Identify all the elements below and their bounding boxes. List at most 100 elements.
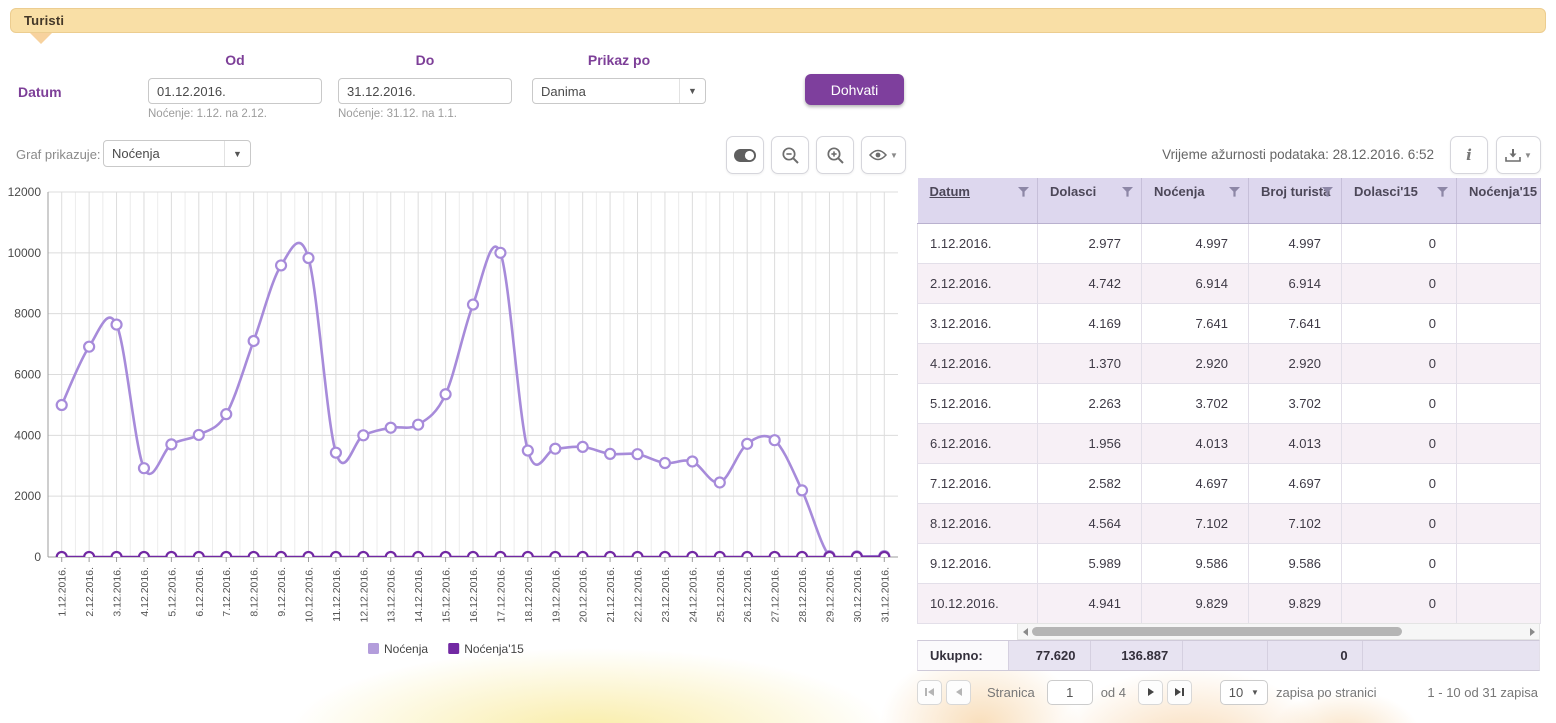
svg-text:10.12.2016.: 10.12.2016. xyxy=(303,567,315,622)
table-row[interactable]: 7.12.2016.2.5824.6974.6970 xyxy=(918,463,1541,503)
table-row[interactable]: 6.12.2016.1.9564.0134.0130 xyxy=(918,423,1541,463)
svg-text:26.12.2016.: 26.12.2016. xyxy=(742,567,754,622)
svg-text:12.12.2016.: 12.12.2016. xyxy=(358,567,370,622)
download-icon xyxy=(1505,148,1521,162)
table-row[interactable]: 4.12.2016.1.3702.9202.9200 xyxy=(918,343,1541,383)
record-range-label: 1 - 10 od 31 zapisa xyxy=(1427,685,1540,700)
totals-value: 136.887 xyxy=(1091,641,1184,670)
toggle-button[interactable] xyxy=(726,136,764,174)
svg-text:Noćenja: Noćenja xyxy=(384,642,428,656)
chevron-down-icon: ▼ xyxy=(224,141,250,166)
export-button[interactable]: ▼ xyxy=(1496,136,1541,174)
table-row[interactable]: 8.12.2016.4.5647.1027.1020 xyxy=(918,503,1541,543)
first-page-button[interactable] xyxy=(917,680,942,705)
zoom-out-icon xyxy=(781,146,800,165)
svg-text:28.12.2016.: 28.12.2016. xyxy=(797,567,809,622)
series-visibility-button[interactable]: ▼ xyxy=(861,136,906,174)
date-to-input[interactable] xyxy=(339,79,512,103)
table-row[interactable]: 10.12.2016.4.9419.8299.8290 xyxy=(918,583,1541,623)
totals-value: 0 xyxy=(1268,641,1363,670)
totals-value xyxy=(1363,641,1539,670)
scroll-right-arrow-icon[interactable] xyxy=(1525,628,1539,636)
chevron-down-icon: ▼ xyxy=(1251,688,1267,697)
eye-icon xyxy=(869,149,887,161)
table-horizontal-scrollbar[interactable] xyxy=(1017,623,1540,640)
table-row[interactable]: 3.12.2016.4.1697.6417.6410 xyxy=(918,303,1541,343)
svg-text:1.12.2016.: 1.12.2016. xyxy=(57,567,69,617)
page-count-label: od 4 xyxy=(1101,685,1126,700)
svg-text:17.12.2016.: 17.12.2016. xyxy=(495,567,507,622)
prikaz-po-select[interactable]: Danima ▼ xyxy=(532,78,706,104)
table-row[interactable]: 5.12.2016.2.2633.7023.7020 xyxy=(918,383,1541,423)
totals-value: 77.620 xyxy=(1009,641,1091,670)
date-to-hint: Noćenje: 31.12. na 1.1. xyxy=(338,108,457,120)
svg-text:13.12.2016.: 13.12.2016. xyxy=(386,567,398,622)
scrollbar-track[interactable] xyxy=(1032,626,1525,637)
chevron-down-icon: ▼ xyxy=(679,79,705,103)
date-from-hint: Noćenje: 1.12. na 2.12. xyxy=(148,108,267,120)
svg-text:22.12.2016.: 22.12.2016. xyxy=(633,567,645,622)
last-page-button[interactable] xyxy=(1167,680,1192,705)
svg-text:2.12.2016.: 2.12.2016. xyxy=(84,567,96,617)
svg-text:18.12.2016.: 18.12.2016. xyxy=(523,567,535,622)
next-page-button[interactable] xyxy=(1138,680,1163,705)
table-row[interactable]: 1.12.2016.2.9774.9974.9970 xyxy=(918,223,1541,263)
svg-text:4.12.2016.: 4.12.2016. xyxy=(139,567,151,617)
svg-text:23.12.2016.: 23.12.2016. xyxy=(660,567,672,622)
prikaz-po-label: Prikaz po xyxy=(532,52,706,68)
scroll-left-arrow-icon[interactable] xyxy=(1018,628,1032,636)
date-from-field xyxy=(148,78,322,104)
column-header-2[interactable]: Noćenja xyxy=(1142,178,1249,223)
zoom-out-button[interactable] xyxy=(771,136,809,174)
tab-pointer xyxy=(30,33,52,44)
filter-icon[interactable] xyxy=(1229,187,1240,197)
prev-page-button[interactable] xyxy=(946,680,971,705)
column-header-1[interactable]: Dolasci xyxy=(1038,178,1142,223)
tab-turisti-label: Turisti xyxy=(24,13,64,28)
zoom-in-icon xyxy=(826,146,845,165)
svg-text:15.12.2016.: 15.12.2016. xyxy=(441,567,453,622)
filter-icon[interactable] xyxy=(1122,187,1133,197)
svg-text:4000: 4000 xyxy=(14,428,41,442)
data-updated-text: Vrijeme ažurnosti podataka: 28.12.2016. … xyxy=(1162,147,1434,162)
svg-text:20.12.2016.: 20.12.2016. xyxy=(578,567,590,622)
totals-label: Ukupno: xyxy=(918,641,1009,670)
svg-text:0: 0 xyxy=(34,550,41,564)
table-row[interactable]: 9.12.2016.5.9899.5869.5860 xyxy=(918,543,1541,583)
svg-text:11.12.2016.: 11.12.2016. xyxy=(331,567,343,622)
svg-text:16.12.2016.: 16.12.2016. xyxy=(468,567,480,622)
tourism-data-table: DatumDolasciNoćenjaBroj turistaDolasci'1… xyxy=(917,178,1541,624)
page-size-select[interactable]: 10 ▼ xyxy=(1220,680,1268,705)
column-header-4[interactable]: Dolasci'15 xyxy=(1342,178,1457,223)
svg-text:24.12.2016.: 24.12.2016. xyxy=(687,567,699,622)
scrollbar-thumb[interactable] xyxy=(1032,627,1402,636)
svg-text:31.12.2016.: 31.12.2016. xyxy=(879,567,891,622)
page-number-input[interactable] xyxy=(1047,680,1093,705)
table-row[interactable]: 2.12.2016.4.7426.9146.9140 xyxy=(918,263,1541,303)
column-header-3[interactable]: Broj turista xyxy=(1249,178,1342,223)
filter-icon[interactable] xyxy=(1322,187,1333,197)
tab-turisti[interactable]: Turisti xyxy=(10,8,1546,33)
per-page-label: zapisa po stranici xyxy=(1276,685,1376,700)
svg-text:29.12.2016.: 29.12.2016. xyxy=(824,567,836,622)
zoom-in-button[interactable] xyxy=(816,136,854,174)
filter-icon[interactable] xyxy=(1437,187,1448,197)
graf-prikazuje-select[interactable]: Noćenja ▼ xyxy=(103,140,251,167)
date-from-input[interactable] xyxy=(149,79,322,103)
chevron-down-icon: ▼ xyxy=(890,151,898,160)
chevron-down-icon: ▼ xyxy=(1524,151,1532,160)
svg-text:19.12.2016.: 19.12.2016. xyxy=(550,567,562,622)
date-to-field xyxy=(338,78,512,104)
filter-icon[interactable] xyxy=(1018,187,1029,197)
svg-text:30.12.2016.: 30.12.2016. xyxy=(852,567,864,622)
nocenja-line-chart[interactable]: 0200040006000800010000120001.12.2016.2.1… xyxy=(0,182,910,667)
svg-text:9.12.2016.: 9.12.2016. xyxy=(276,567,288,617)
column-header-5[interactable]: Noćenja'15 xyxy=(1457,178,1541,223)
svg-text:27.12.2016.: 27.12.2016. xyxy=(770,567,782,622)
od-label: Od xyxy=(148,52,322,68)
info-button[interactable]: i xyxy=(1450,136,1488,174)
dohvati-button[interactable]: Dohvati xyxy=(805,74,904,105)
column-header-0[interactable]: Datum xyxy=(918,178,1038,223)
svg-text:5.12.2016.: 5.12.2016. xyxy=(166,567,178,617)
graf-prikazuje-value: Noćenja xyxy=(104,146,224,161)
